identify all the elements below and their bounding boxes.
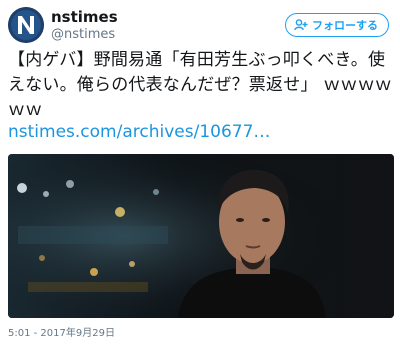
tweet-text: 【内ゲバ】野間易通「有田芳生ぶっ叩くべき。使えない。俺らの代表なんだぜ？票返せ」…	[8, 50, 393, 120]
nst-logo-icon	[8, 7, 44, 43]
avatar[interactable]	[8, 7, 44, 43]
photo-of-man-icon	[8, 154, 394, 318]
tweet-card: nstimes @nstimes フォローする 【内ゲバ】野間易通「有田芳生ぶっ…	[0, 0, 400, 344]
add-user-icon	[294, 19, 308, 31]
follow-button[interactable]: フォローする	[285, 13, 389, 37]
timestamp[interactable]: 5:01 - 2017年9月29日	[8, 324, 115, 339]
display-name[interactable]: nstimes	[51, 8, 118, 26]
tweet-link[interactable]: nstimes.com/archives/10677…	[8, 122, 394, 142]
follow-button-label: フォローする	[312, 19, 378, 32]
tweet-photo[interactable]	[8, 154, 394, 318]
screen-name[interactable]: @nstimes	[51, 27, 115, 42]
